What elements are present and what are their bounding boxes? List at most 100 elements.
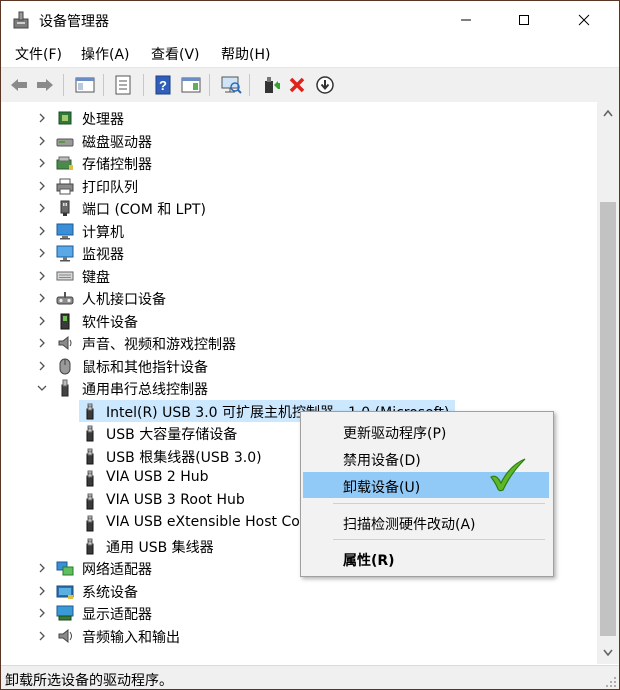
scroll-thumb[interactable]	[600, 202, 616, 636]
chevron-right-icon[interactable]	[36, 157, 48, 169]
tree-item-label: VIA USB 2 Hub	[106, 469, 209, 485]
tree-item-label: USB 大容量存储设备	[106, 427, 238, 443]
down-circle-icon	[316, 76, 334, 94]
close-icon	[578, 14, 590, 26]
tree-item-label: 显示适配器	[82, 607, 152, 623]
forward-button[interactable]	[33, 73, 57, 97]
menu-item-scan-hardware[interactable]: 扫描检测硬件改动(A)	[303, 509, 549, 535]
tree-item-label: 鼠标和其他指针设备	[82, 359, 208, 376]
tree-item-label: 声音、视频和游戏控制器	[82, 337, 236, 353]
display-adapter-icon	[56, 605, 74, 621]
tree-item-label: 端口 (COM 和 LPT)	[82, 202, 206, 218]
menu-item-label: 扫描检测硬件改动(A)	[343, 517, 476, 533]
back-button[interactable]	[7, 73, 31, 97]
scan-hardware-button[interactable]	[219, 73, 243, 97]
properties-button[interactable]	[111, 73, 135, 97]
menu-action[interactable]: 操作(A)	[81, 44, 130, 64]
tree-category-row[interactable]: 系统设备	[1, 580, 597, 602]
tree-item-label: 软件设备	[82, 314, 138, 331]
tree-category-row[interactable]: 鼠标和其他指针设备	[1, 355, 597, 377]
uninstall-device-button[interactable]	[285, 73, 309, 97]
tree-category-row[interactable]: 监视器	[1, 242, 597, 264]
resize-grip-icon[interactable]	[605, 676, 617, 688]
disable-device-button[interactable]	[313, 73, 337, 97]
tree-category-row[interactable]: 人机接口设备	[1, 287, 597, 309]
toolbar: ?	[1, 67, 619, 103]
chevron-right-icon[interactable]	[36, 562, 48, 574]
tree-category-row[interactable]: 软件设备	[1, 310, 597, 332]
red-x-icon	[289, 77, 305, 93]
close-button[interactable]	[561, 1, 607, 39]
usb-plug-icon	[86, 425, 94, 442]
vertical-scrollbar[interactable]	[597, 102, 619, 664]
tree-category-row[interactable]: 音频输入和输出	[1, 625, 597, 647]
chevron-right-icon[interactable]	[36, 270, 48, 282]
action-pane-icon	[181, 77, 201, 93]
system-device-icon	[56, 585, 74, 599]
tree-category-row[interactable]: 处理器	[1, 107, 597, 129]
tree-category-row[interactable]: 磁盘驱动器	[1, 130, 597, 152]
chevron-right-icon[interactable]	[36, 247, 48, 259]
chevron-right-icon[interactable]	[36, 180, 48, 192]
chevron-right-icon[interactable]	[36, 135, 48, 147]
cpu-icon	[58, 111, 72, 125]
action-pane-button[interactable]	[179, 73, 203, 97]
tree-item-label: 处理器	[82, 112, 124, 128]
chevron-right-icon[interactable]	[36, 607, 48, 619]
device-manager-window: 设备管理器 文件(F) 操作(A) 查看(V) 帮助(H) ? 处理器 磁盘驱动…	[0, 0, 620, 690]
menu-item-label: 卸载设备(U)	[343, 480, 421, 496]
chevron-right-icon[interactable]	[36, 202, 48, 214]
tree-item-label: USB 根集线器(USB 3.0)	[106, 449, 262, 466]
chevron-right-icon[interactable]	[36, 360, 48, 372]
tree-category-row[interactable]: 显示适配器	[1, 602, 597, 624]
help-icon: ?	[155, 75, 171, 95]
chevron-right-icon[interactable]	[36, 292, 48, 304]
menu-item-update-driver[interactable]: 更新驱动程序(P)	[303, 418, 549, 444]
chevron-right-icon[interactable]	[36, 585, 48, 597]
tree-category-row[interactable]: 存储控制器	[1, 152, 597, 174]
speaker-icon	[58, 335, 72, 351]
context-menu: 更新驱动程序(P) 禁用设备(D) 卸载设备(U) 扫描检测硬件改动(A) 属性…	[300, 411, 554, 577]
minimize-button[interactable]	[443, 1, 489, 39]
disk-icon	[56, 138, 74, 146]
scroll-down-button[interactable]	[597, 642, 619, 664]
software-device-icon	[60, 313, 70, 329]
update-driver-button[interactable]	[259, 73, 283, 97]
tree-category-row[interactable]: 计算机	[1, 220, 597, 242]
tree-category-row[interactable]: 端口 (COM 和 LPT)	[1, 197, 597, 219]
chevron-down-icon[interactable]	[36, 382, 48, 394]
tree-item-label: 人机接口设备	[82, 292, 166, 308]
mouse-icon	[59, 358, 71, 374]
tree-item-label: 系统设备	[82, 584, 138, 601]
maximize-button[interactable]	[501, 1, 547, 39]
tree-category-row[interactable]: 通用串行总线控制器	[1, 377, 597, 399]
chevron-right-icon[interactable]	[36, 225, 48, 237]
status-text: 卸载所选设备的驱动程序。	[5, 673, 173, 689]
tree-category-row[interactable]: 打印队列	[1, 175, 597, 197]
tree-item-label: 打印队列	[82, 179, 138, 196]
tree-category-row[interactable]: 键盘	[1, 265, 597, 287]
scroll-up-button[interactable]	[597, 102, 619, 124]
menu-item-properties[interactable]: 属性(R)	[303, 545, 549, 571]
hid-icon	[56, 292, 74, 305]
help-button[interactable]: ?	[151, 73, 175, 97]
status-bar: 卸载所选设备的驱动程序。	[1, 665, 619, 689]
chevron-right-icon[interactable]	[36, 630, 48, 642]
tree-category-row[interactable]: 声音、视频和游戏控制器	[1, 332, 597, 354]
tree-item-label: 键盘	[82, 269, 110, 286]
chevron-right-icon[interactable]	[36, 315, 48, 327]
green-check-icon	[490, 458, 526, 492]
tree-item-label: 音频输入和输出	[82, 629, 180, 646]
update-driver-icon	[265, 77, 280, 93]
title-bar: 设备管理器	[1, 1, 619, 39]
console-tree-icon	[75, 77, 95, 93]
menu-help[interactable]: 帮助(H)	[221, 44, 270, 64]
menu-view[interactable]: 查看(V)	[151, 44, 200, 64]
menu-separator	[333, 539, 545, 540]
show-hide-console-tree-button[interactable]	[73, 73, 97, 97]
forward-arrow-icon	[37, 79, 53, 91]
menu-file[interactable]: 文件(F)	[15, 44, 62, 64]
chevron-right-icon[interactable]	[36, 112, 48, 124]
usb-icon	[61, 379, 69, 397]
chevron-right-icon[interactable]	[36, 337, 48, 349]
